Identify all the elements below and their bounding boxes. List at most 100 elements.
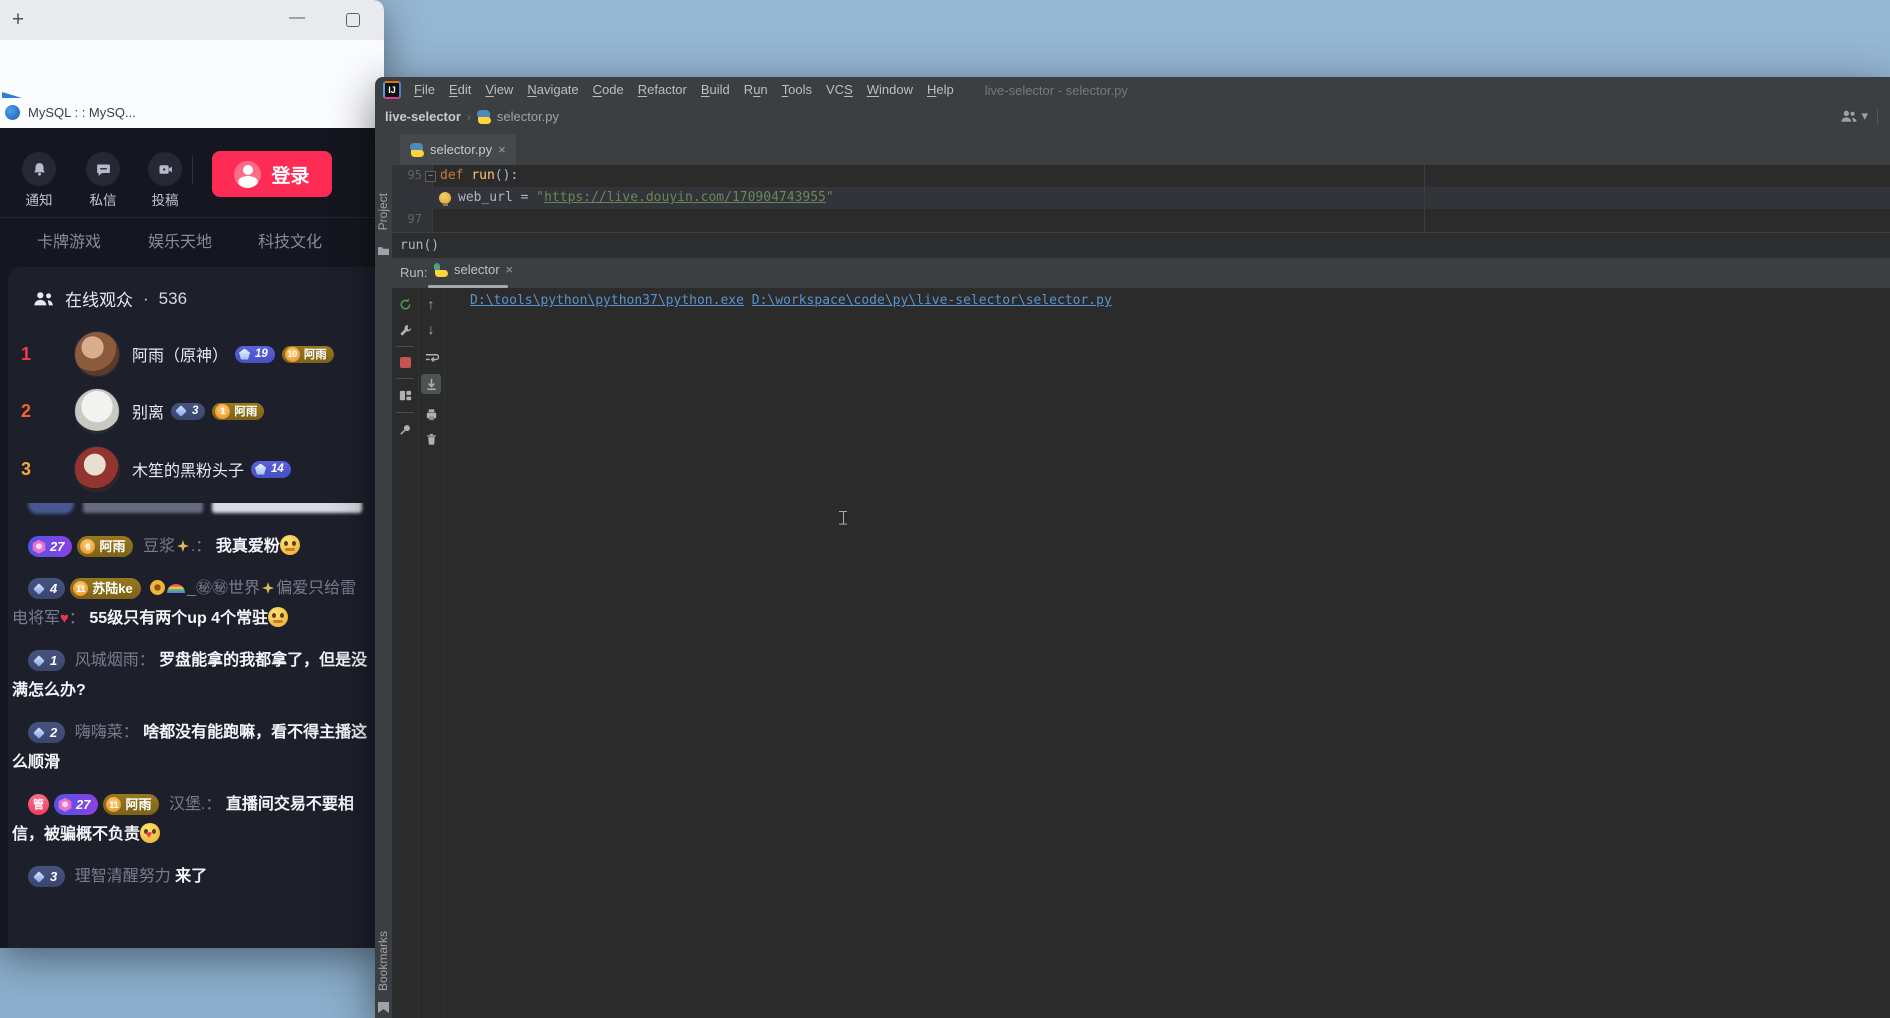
toolbar-separator [396,412,414,413]
flushed-emoji [279,535,300,555]
close-tab-icon[interactable]: × [498,142,506,157]
text-cursor-ibeam [838,510,848,526]
code-fold-icon[interactable]: − [425,171,436,182]
messages-button[interactable] [86,152,120,186]
editor-bottom-line: run() [392,232,1890,259]
bookmark-icon [378,1002,389,1013]
window-maximize-button[interactable] [346,13,360,27]
console-output-line: D:\tools\python\python37\python.exe D:\w… [470,293,1112,308]
notifications-button[interactable] [22,152,56,186]
clear-all-icon[interactable] [421,429,441,449]
ide-window: IJ File Edit View Navigate Code Refactor… [375,77,1890,1018]
menu-refactor[interactable]: Refactor [631,77,694,103]
toolbar-separator [396,378,414,379]
chat-bubble-icon [96,164,110,176]
rank-row-2[interactable]: 2 别离 3 1 阿雨 [8,387,384,435]
python-file-icon [410,142,424,157]
rank-number: 2 [20,400,31,421]
stripe-bookmarks-button[interactable]: Bookmarks [376,931,390,991]
console-link-python-exe[interactable]: D:\tools\python\python37\python.exe [470,293,744,308]
chevron-down-icon: ▾ [1861,108,1868,123]
menu-build[interactable]: Build [694,77,737,103]
viewers-people-icon [34,291,53,305]
pin-icon[interactable] [395,419,415,439]
python-run-icon [434,262,448,277]
print-icon[interactable] [421,404,441,424]
nav-tab-entertainment[interactable]: 娱乐天地 [148,228,212,252]
menu-help[interactable]: Help [920,77,961,103]
fan-heart-icon: 1 [215,403,231,419]
console-link-script-path[interactable]: D:\workspace\code\py\live-selector\selec… [752,293,1112,308]
line-number: 95 [407,168,422,182]
intention-lightbulb-icon[interactable] [439,192,451,206]
run-console[interactable]: ↑ ↓ D:\tools\python\python37\python.exe … [392,288,1890,1018]
level-badge: 2 [28,722,66,744]
stop-icon[interactable] [395,352,415,372]
menu-run[interactable]: Run [737,77,775,103]
breadcrumb: live-selector › selector.py [385,103,559,130]
rank-number: 1 [20,343,31,364]
fan-heart-icon: 6 [80,539,96,555]
flushed-emoji [268,607,289,627]
chat-list[interactable]: 27 6 阿雨 豆浆.： 我真爱粉 4 11 苏陆ke _㊙㊙世界 偏爱只给雷电将军♥： … [12,532,368,904]
menu-navigate[interactable]: Navigate [520,77,585,103]
login-button[interactable]: 登录 [212,151,332,197]
rerun-icon[interactable] [395,294,415,314]
chevron-right-icon: › [466,109,471,124]
menu-edit[interactable]: Edit [442,77,478,103]
chat-text: 来了 [175,868,208,885]
menu-code[interactable]: Code [586,77,631,103]
menu-view[interactable]: View [478,77,520,103]
breadcrumb-project[interactable]: live-selector [385,109,461,124]
level-badge: 3 [171,402,206,420]
viewer-name: 阿雨（原神） [132,348,229,365]
python-file-icon [476,109,491,124]
up-arrow-icon[interactable]: ↑ [421,294,441,314]
viewer-panel: 在线观众 · 536 1 阿雨（原神） 19 10 阿雨 2 别离 3 1 阿雨 3 [8,267,384,948]
menu-window[interactable]: Window [860,77,920,103]
toolbar-separator [396,346,414,347]
browser-toolbar: 1.00 [0,40,384,127]
window-minimize-button[interactable]: — [282,4,312,32]
login-avatar-icon [234,160,262,188]
editor-tab-bar: selector.py × [392,130,1890,166]
browser-window: + — 1.00 MySQL : : MySQ... 通知 [0,0,384,948]
editor-tab-selector-py[interactable]: selector.py × [400,134,516,165]
menu-file[interactable]: File [407,77,442,103]
chat-username: 理智清醒努力 [74,868,171,885]
header-divider [192,156,193,184]
fan-club-badge: 11 阿雨 [103,794,160,816]
rank-row-1[interactable]: 1 阿雨（原神） 19 10 阿雨 [8,330,384,378]
menu-vcs[interactable]: VCS [819,77,860,103]
chat-text: 55级只有两个up 4个常驻 [89,610,269,627]
rank-row-3[interactable]: 3 木笙的黑粉头子 14 [8,445,384,493]
level-badge: 3 [28,866,66,888]
bookmark-item[interactable]: MySQL : : MySQ... [28,105,136,120]
code-with-me-users-button[interactable]: ▾ [1841,108,1868,124]
online-viewers-header: 在线观众 · 536 [33,286,187,311]
chat-text: 罗盘能拿的我都拿了，但是没满怎么办? [12,652,368,699]
bell-icon [33,162,45,176]
upload-button[interactable] [148,152,182,186]
bookmark-favicon [5,105,20,120]
diamond-gem-icon [33,654,45,667]
right-margin-guide [1424,165,1425,232]
code-editor[interactable]: 95 96 97 − def run(): web_url = "https:/… [392,165,1890,232]
menu-tools[interactable]: Tools [775,77,819,103]
browser-tab-strip: + — [0,0,384,40]
new-tab-button[interactable]: + [6,8,30,32]
run-tab-selector[interactable]: selector × [434,262,513,277]
viewers-title: 在线观众 [65,291,133,310]
scroll-to-end-icon[interactable] [421,374,441,394]
settings-wrench-icon[interactable] [395,320,415,340]
down-arrow-icon[interactable]: ↓ [421,319,441,339]
stripe-project-button[interactable]: Project [376,193,390,230]
nav-tab-card-games[interactable]: 卡牌游戏 [37,228,101,252]
hexagon-gem-icon [58,797,72,812]
diamond-gem-icon [33,870,45,883]
restore-layout-icon[interactable] [395,385,415,405]
nav-tab-tech-culture[interactable]: 科技文化 [258,228,322,252]
soft-wrap-icon[interactable] [421,348,441,368]
close-tab-icon[interactable]: × [506,262,514,277]
breadcrumb-file[interactable]: selector.py [497,109,559,124]
